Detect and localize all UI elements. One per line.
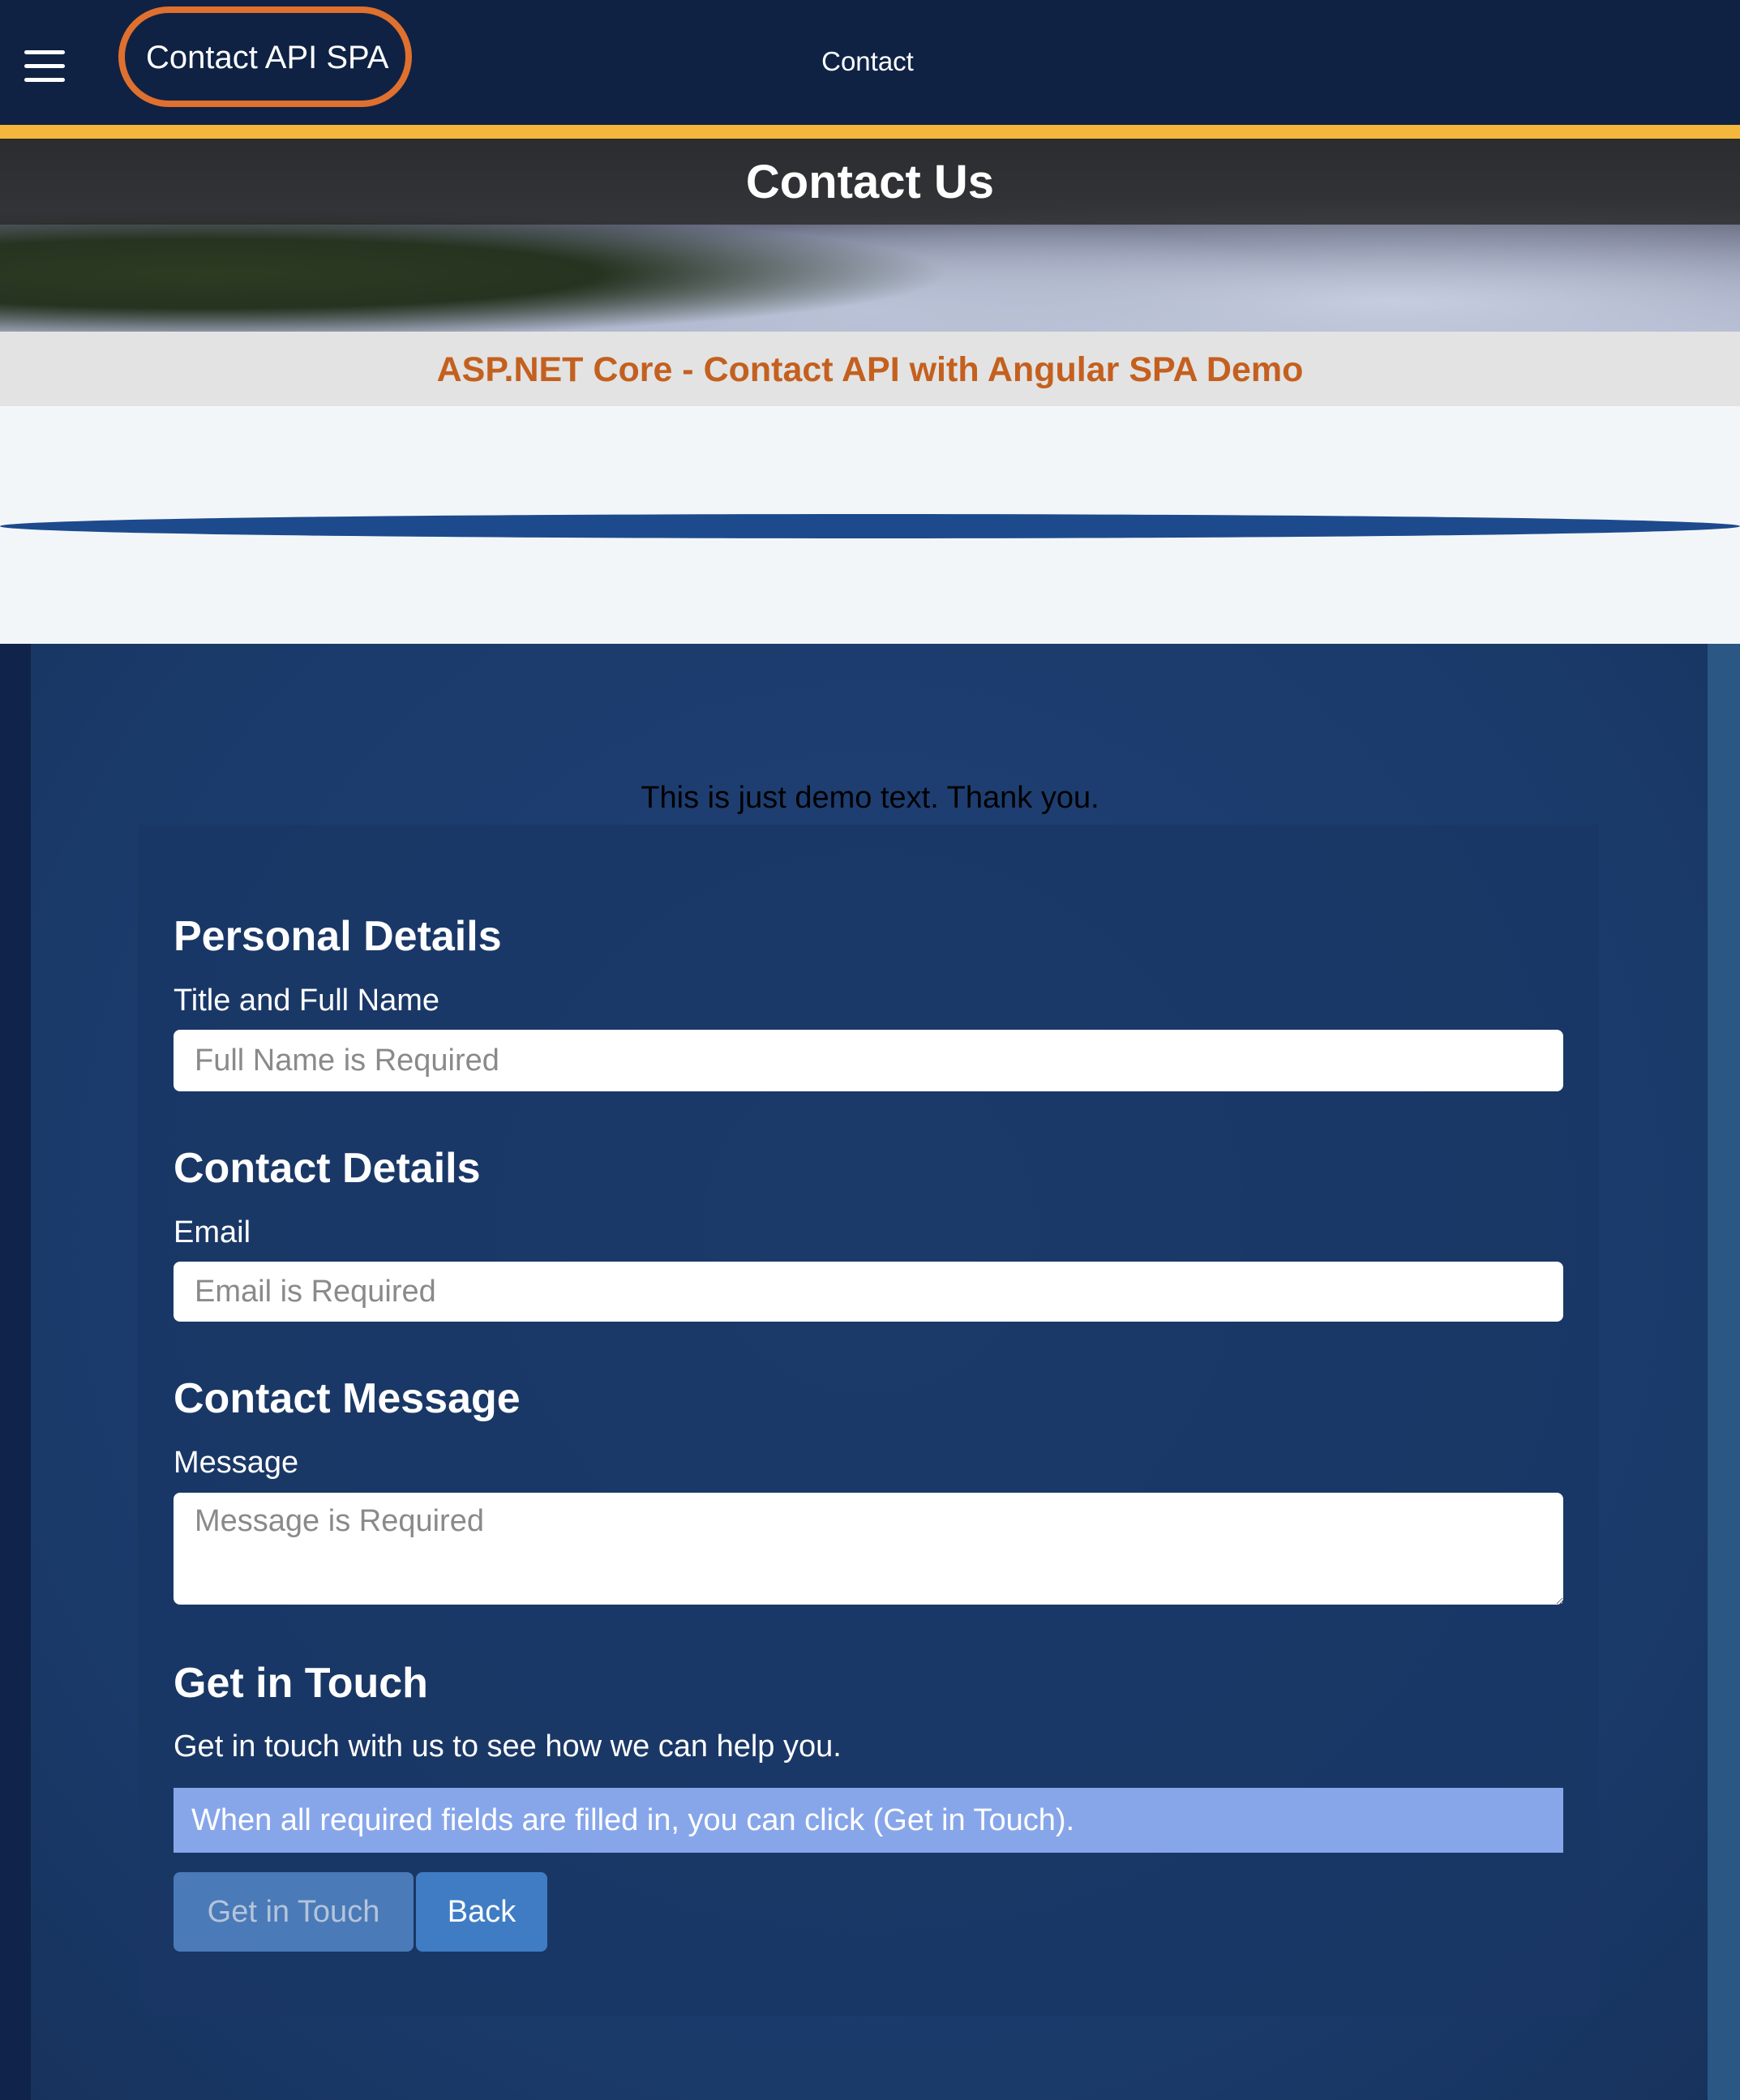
required-fields-info: When all required fields are filled in, … — [174, 1788, 1563, 1853]
back-button[interactable]: Back — [416, 1872, 547, 1952]
get-in-touch-heading: Get in Touch — [174, 1660, 428, 1707]
decorative-swoosh-divider — [0, 514, 1740, 538]
page-title: Contact Us — [745, 156, 995, 208]
background-right-edge — [1708, 644, 1740, 2100]
nav-link-contact[interactable]: Contact — [786, 45, 949, 78]
full-name-label: Title and Full Name — [174, 984, 440, 1018]
demo-text: This is just demo text. Thank you. — [641, 781, 1099, 815]
email-label: Email — [174, 1215, 251, 1249]
background-left-edge — [0, 644, 31, 2100]
page-subtitle: ASP.NET Core - Contact API with Angular … — [436, 350, 1304, 389]
message-label: Message — [174, 1446, 299, 1480]
contact-message-heading: Contact Message — [174, 1375, 521, 1422]
get-in-touch-button[interactable]: Get in Touch — [174, 1872, 414, 1952]
full-name-input[interactable] — [174, 1030, 1563, 1091]
contact-details-heading: Contact Details — [174, 1145, 481, 1192]
brand-link[interactable]: Contact API SPA — [146, 37, 388, 78]
hamburger-menu-icon[interactable] — [24, 50, 65, 82]
navbar-accent-stripe — [0, 125, 1740, 139]
get-in-touch-text: Get in touch with us to see how we can h… — [174, 1729, 842, 1764]
message-textarea[interactable] — [174, 1493, 1563, 1605]
email-input[interactable] — [174, 1262, 1563, 1322]
personal-details-heading: Personal Details — [174, 913, 502, 960]
